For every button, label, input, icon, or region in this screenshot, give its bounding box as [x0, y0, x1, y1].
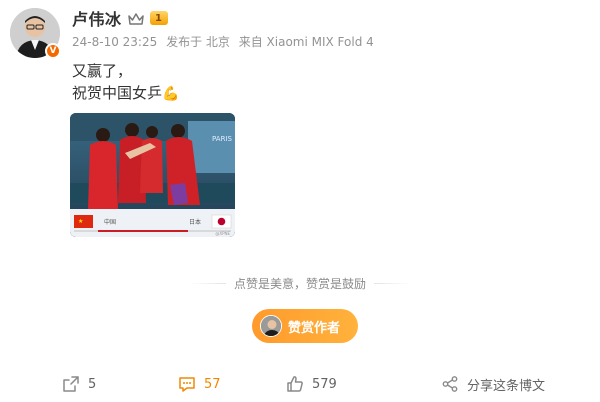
comment-count: 57	[204, 376, 221, 392]
reward-button-label: 赞赏作者	[288, 320, 341, 336]
avatar-container[interactable]: V	[10, 8, 61, 59]
team-label-left: 中国	[104, 218, 116, 226]
forward-count: 5	[88, 376, 97, 392]
post-location: 发布于 北京	[166, 35, 230, 49]
share-icon	[442, 376, 458, 392]
reward-author-button[interactable]: 赞赏作者	[252, 309, 358, 343]
action-bar: 5 57 579 分享这条博文	[0, 370, 600, 398]
reward-avatar	[260, 315, 282, 337]
post-text-line: 祝贺中国女乒💪	[72, 82, 179, 105]
like-count: 579	[312, 376, 337, 392]
share-label: 分享这条博文	[467, 378, 546, 394]
post-text: 又赢了， 祝贺中国女乒💪	[72, 60, 179, 105]
forward-icon	[63, 376, 79, 392]
flexed-biceps-emoji: 💪	[162, 86, 180, 102]
divider-line	[374, 282, 411, 284]
comment-icon	[179, 377, 195, 392]
divider-line	[190, 282, 226, 284]
username[interactable]: 卢伟冰	[72, 6, 122, 30]
post-text-line: 又赢了，	[72, 62, 133, 80]
post-text-content: 祝贺中国女乒	[72, 84, 163, 102]
thumbs-up-icon	[287, 376, 303, 392]
corner-tag: PARIS	[212, 135, 232, 143]
post-source: 来自 Xiaomi MIX Fold 4	[238, 35, 374, 49]
level-badge[interactable]: 1	[149, 11, 168, 25]
watermark: @XPNE	[215, 231, 230, 236]
team-label-right: 日本	[189, 218, 201, 226]
svg-text:★: ★	[78, 218, 83, 225]
post-image[interactable]: PARIS ★ 中国 日本 @XPNE	[70, 113, 235, 237]
crown-icon[interactable]	[127, 11, 144, 25]
verified-badge: V	[45, 43, 61, 59]
post-meta: 24-8-10 23:25 发布于 北京 来自 Xiaomi MIX Fold …	[72, 33, 379, 50]
forward-button[interactable]: 5	[62, 370, 96, 398]
comment-button[interactable]: 57	[178, 370, 221, 398]
post-header: 卢伟冰 1	[72, 7, 168, 29]
reward-divider: 点赞是美意，赞赏是鼓励	[190, 275, 411, 291]
post-date[interactable]: 24-8-10 23:25	[72, 35, 157, 49]
reward-divider-text: 点赞是美意，赞赏是鼓励	[234, 276, 367, 291]
like-button[interactable]: 579	[286, 370, 337, 398]
share-button[interactable]: 分享这条博文	[441, 370, 545, 398]
